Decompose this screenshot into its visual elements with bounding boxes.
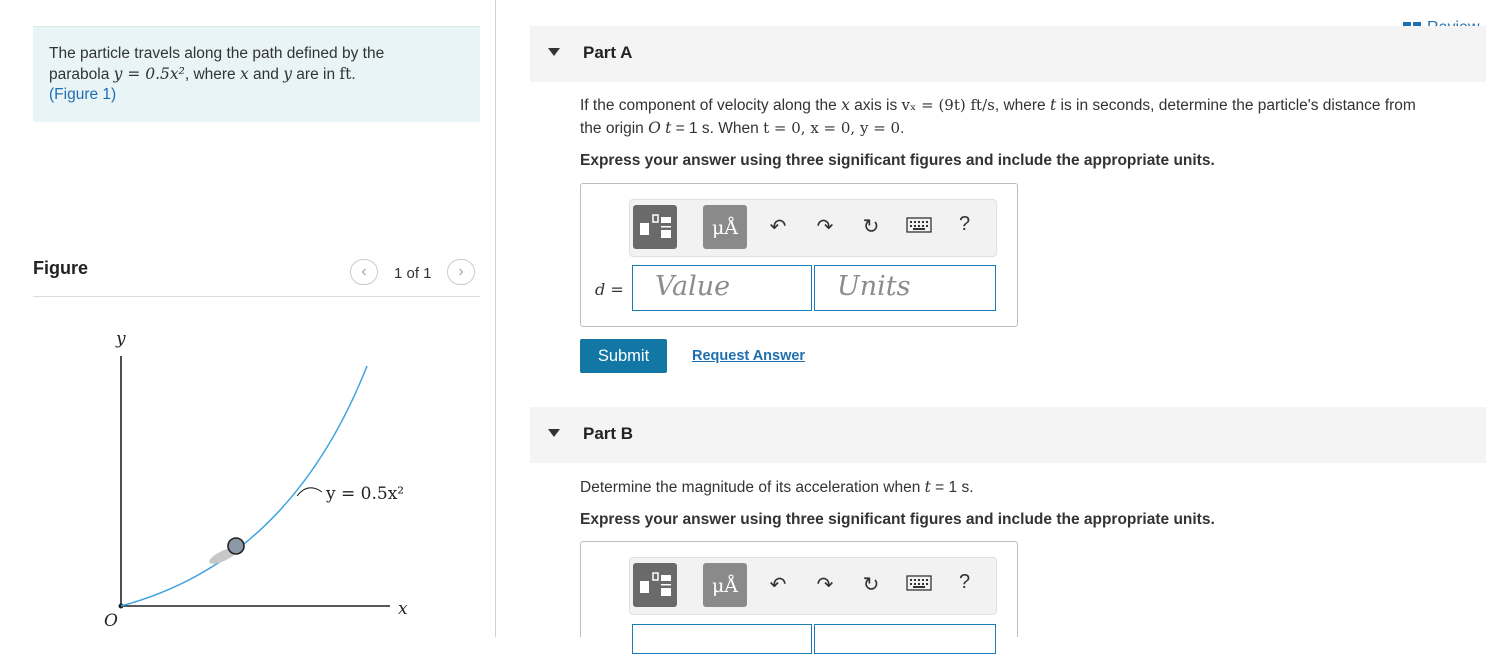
question-text: . (900, 120, 905, 137)
part-b-title: Part B (583, 424, 634, 443)
keyboard-icon[interactable] (906, 214, 932, 240)
undo-icon[interactable]: ↶ (765, 572, 791, 598)
var-x: x (841, 96, 850, 114)
templates-icon (640, 214, 671, 238)
particle (227, 537, 245, 555)
value-input[interactable]: Value (632, 265, 812, 311)
x-axis-label: x (398, 599, 408, 619)
parabola-figure: y x O y = 0.5x² (104, 329, 408, 631)
question-text: If the component of velocity along the (580, 97, 842, 114)
question-text: = 1 s. When (671, 120, 764, 137)
next-figure-button[interactable]: › (447, 259, 475, 285)
panel-divider (495, 0, 496, 637)
problem-text: . (351, 66, 356, 83)
reset-icon[interactable]: ↻ (858, 214, 884, 240)
initial-conditions: t = 0, x = 0, y = 0 (763, 119, 901, 137)
prev-figure-button[interactable]: ‹ (350, 259, 378, 285)
var-x: x (239, 65, 249, 83)
chevron-left-icon: ‹ (361, 263, 367, 280)
y-axis-label: y (115, 329, 126, 349)
question-text: , where (994, 97, 1050, 114)
math-toolbar: μÅ ↶ ↷ ↻ ? (629, 199, 997, 257)
figure-divider (33, 296, 480, 297)
problem-statement: The particle travels along the path defi… (33, 26, 480, 122)
unit-ft: ft (339, 65, 352, 83)
question-text: Determine the magnitude of its accelerat… (580, 479, 925, 496)
part-a-title: Part A (583, 43, 633, 62)
parabola-equation: y = 0.5x² (113, 65, 185, 83)
math-toolbar: μÅ ↶ ↷ ↻ ? (629, 557, 997, 615)
units-button[interactable]: μÅ (703, 563, 747, 607)
collapse-caret-icon[interactable] (548, 48, 560, 56)
templates-icon (640, 572, 671, 596)
var-y: y (283, 65, 292, 83)
request-answer-link[interactable]: Request Answer (692, 348, 805, 364)
templates-button[interactable] (633, 563, 677, 607)
curve-label: y = 0.5x² (325, 484, 404, 504)
figure-link[interactable]: (Figure 1) (49, 86, 116, 103)
figure-counter: 1 of 1 (394, 265, 432, 282)
collapse-caret-icon[interactable] (548, 429, 560, 437)
figure-heading: Figure (33, 258, 89, 278)
origin-label: O (104, 611, 118, 631)
problem-text: parabola (49, 66, 114, 83)
question-text: = 1 s. (930, 479, 974, 496)
curve-label-leader (296, 487, 323, 497)
help-button[interactable]: ? (959, 571, 970, 594)
help-button[interactable]: ? (959, 213, 970, 236)
part-a-instruction: Express your answer using three signific… (580, 152, 1215, 169)
variable-label: d = (595, 280, 624, 299)
var-O: O (648, 119, 661, 137)
part-b-question: Determine the magnitude of its accelerat… (580, 476, 1485, 499)
velocity-equation: vₓ = (9t) ft/s (901, 96, 995, 114)
value-input[interactable] (632, 624, 812, 654)
units-input[interactable]: Units (814, 265, 996, 311)
submit-button[interactable]: Submit (580, 339, 667, 373)
part-a-answer-box: μÅ ↶ ↷ ↻ ? d = Value Units (580, 183, 1018, 327)
chevron-right-icon: › (458, 263, 464, 280)
problem-panel: The particle travels along the path defi… (0, 0, 495, 637)
units-input[interactable] (814, 624, 996, 654)
redo-icon[interactable]: ↷ (812, 214, 838, 240)
units-button[interactable]: μÅ (703, 205, 747, 249)
problem-text-line1: The particle travels along the path defi… (49, 45, 385, 62)
problem-text: and (248, 66, 284, 83)
part-b-answer-box: μÅ ↶ ↷ ↻ ? (580, 541, 1018, 654)
redo-icon[interactable]: ↷ (812, 572, 838, 598)
question-text: axis is (849, 97, 902, 114)
undo-icon[interactable]: ↶ (765, 214, 791, 240)
part-a-header[interactable]: Part A (530, 26, 1486, 82)
reset-icon[interactable]: ↻ (858, 572, 884, 598)
keyboard-icon[interactable] (906, 572, 932, 598)
question-text: the origin (580, 120, 649, 137)
part-a-question: If the component of velocity along the x… (580, 94, 1485, 140)
templates-button[interactable] (633, 205, 677, 249)
part-b-instruction: Express your answer using three signific… (580, 511, 1215, 528)
problem-text: , where (184, 66, 240, 83)
problem-text: are in (291, 66, 340, 83)
question-text: is in seconds, determine the particle's … (1056, 97, 1416, 114)
part-b-header[interactable]: Part B (530, 407, 1486, 463)
